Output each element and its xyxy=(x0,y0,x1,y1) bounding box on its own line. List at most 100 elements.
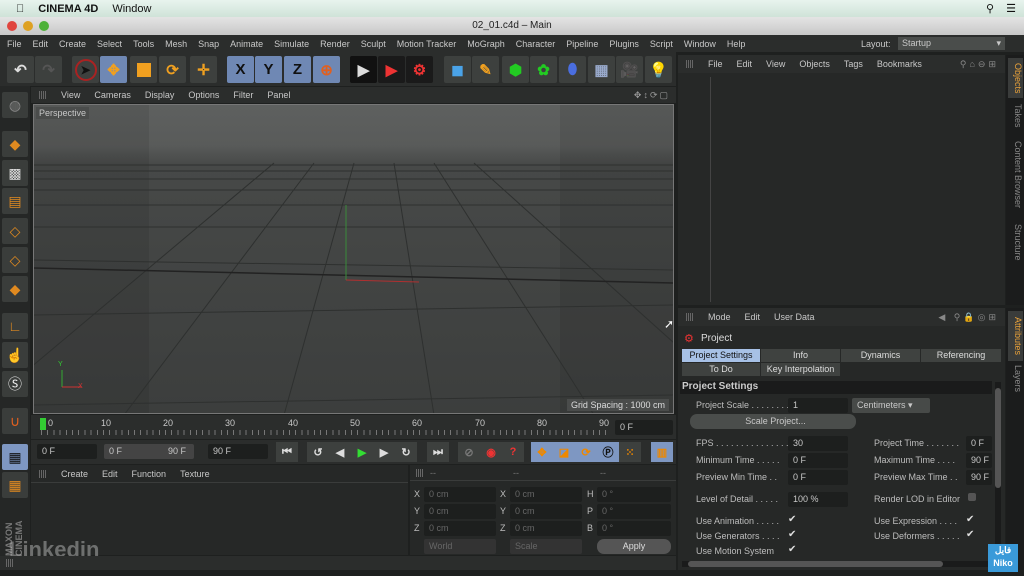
deformer-icon[interactable]: ⬮ xyxy=(559,56,586,83)
edges-mode-icon[interactable]: ◇ xyxy=(2,247,28,273)
axis-mode-icon[interactable]: ∟ xyxy=(2,313,28,339)
go-to-start-icon[interactable]: ⏮ xyxy=(276,442,298,462)
menu-tools[interactable]: Tools xyxy=(133,39,154,49)
grip-handle[interactable] xyxy=(39,469,47,478)
menu-sculpt[interactable]: Sculpt xyxy=(361,39,386,49)
unit-select[interactable]: Centimeters ▾ xyxy=(852,398,930,413)
apple-icon[interactable]:  xyxy=(16,3,24,15)
pen-spline-icon[interactable]: ✎ xyxy=(472,56,499,83)
preview-max-field[interactable]: 90 F xyxy=(966,470,992,485)
timeline-window-icon[interactable]: ▥ xyxy=(651,442,673,462)
snap-icon[interactable]: Ⓢ xyxy=(2,371,28,397)
objects-menu-view[interactable]: View xyxy=(766,59,785,69)
viewport-menu-panel[interactable]: Panel xyxy=(267,90,290,100)
camera-icon[interactable]: 🎥 xyxy=(616,56,643,83)
menu-mesh[interactable]: Mesh xyxy=(165,39,187,49)
menu-render[interactable]: Render xyxy=(320,39,350,49)
project-time-field[interactable]: 0 F xyxy=(966,436,992,451)
objects-menu-tags[interactable]: Tags xyxy=(844,59,863,69)
tab-referencing[interactable]: Referencing xyxy=(921,349,1001,362)
tab-to-do[interactable]: To Do xyxy=(682,363,760,376)
objects-menu-file[interactable]: File xyxy=(708,59,723,69)
tab-key-interpolation[interactable]: Key Interpolation xyxy=(761,363,840,376)
position-x-field[interactable]: 0 cm xyxy=(424,487,496,502)
render-view-icon[interactable]: ▶ xyxy=(350,56,377,83)
column-divider[interactable] xyxy=(710,77,711,302)
light-icon[interactable]: 💡 xyxy=(645,56,672,83)
tab-objects[interactable]: Objects xyxy=(1008,58,1023,98)
menu-plugins[interactable]: Plugins xyxy=(609,39,639,49)
grip-handle[interactable] xyxy=(6,559,14,567)
polygons-mode-icon[interactable]: ◆ xyxy=(2,276,28,302)
menu-character[interactable]: Character xyxy=(516,39,556,49)
use-animation-checkbox[interactable]: ✔ xyxy=(788,514,796,525)
spotlight-icon[interactable]: ⚲ xyxy=(986,2,994,15)
make-editable-icon[interactable]: ◍ xyxy=(2,92,28,118)
objects-menu-edit[interactable]: Edit xyxy=(737,59,753,69)
texture-mode-icon[interactable]: ▩ xyxy=(2,160,28,186)
key-rotation-icon[interactable]: ⟳ xyxy=(575,442,597,462)
menu-edit[interactable]: Edit xyxy=(33,39,49,49)
material-menu-create[interactable]: Create xyxy=(61,469,88,479)
minimize-button[interactable] xyxy=(23,21,33,31)
undo-icon[interactable]: ↶ xyxy=(7,56,34,83)
size-y-field[interactable]: 0 cm xyxy=(510,504,582,519)
magnet-icon[interactable]: ∪ xyxy=(2,408,28,434)
camera-label[interactable]: Perspective xyxy=(36,107,90,119)
viewport-menu-view[interactable]: View xyxy=(61,90,80,100)
floor-icon[interactable]: ▦ xyxy=(588,56,615,83)
points-mode-icon[interactable]: ◇ xyxy=(2,218,28,244)
rotation-b-field[interactable]: 0 ° xyxy=(597,521,671,536)
use-motion-checkbox[interactable]: ✔ xyxy=(788,544,796,555)
project-scale-field[interactable]: 1 xyxy=(788,398,848,413)
min-time-field[interactable]: 0 F xyxy=(788,453,848,468)
list-icon[interactable]: ☰ xyxy=(1006,2,1016,15)
y-axis-lock-icon[interactable]: Y xyxy=(255,56,282,83)
planar-workplane-icon[interactable]: ▦ xyxy=(2,472,28,498)
zoom-button[interactable] xyxy=(39,21,49,31)
grip-handle[interactable] xyxy=(39,91,47,99)
viewport-menu-cameras[interactable]: Cameras xyxy=(94,90,131,100)
playhead[interactable] xyxy=(40,418,46,430)
rotation-p-field[interactable]: 0 ° xyxy=(597,504,671,519)
select-tool-icon[interactable]: ➤ xyxy=(72,56,99,83)
play-icon[interactable]: ▶ xyxy=(351,442,373,462)
model-mode-icon[interactable]: ◆ xyxy=(2,131,28,157)
menu-script[interactable]: Script xyxy=(650,39,673,49)
menu-create[interactable]: Create xyxy=(59,39,86,49)
key-parameter-icon[interactable]: Ⓟ xyxy=(597,442,619,462)
next-frame-icon[interactable]: ▶ xyxy=(373,442,395,462)
menu-motion-tracker[interactable]: Motion Tracker xyxy=(397,39,457,49)
grip-handle[interactable] xyxy=(686,60,694,68)
subdivision-icon[interactable]: ⬢ xyxy=(502,56,529,83)
workplane-lock-icon[interactable]: ▦ xyxy=(2,444,28,470)
tweak-mode-icon[interactable]: ☝ xyxy=(2,342,28,368)
end-frame-field[interactable]: 90 F xyxy=(208,444,268,459)
apply-button[interactable]: Apply xyxy=(597,539,671,554)
menu-help[interactable]: Help xyxy=(727,39,746,49)
material-menu-edit[interactable]: Edit xyxy=(102,469,118,479)
attr-menu-mode[interactable]: Mode xyxy=(708,312,731,322)
preview-range-slider[interactable]: 0 F 90 F xyxy=(104,444,194,459)
tab-project-settings[interactable]: Project Settings xyxy=(682,349,760,362)
material-menu-texture[interactable]: Texture xyxy=(180,469,210,479)
3d-viewport[interactable]: Perspective Y X Grid Spacing : 1000 cm ➚ xyxy=(33,104,674,414)
grip-handle[interactable] xyxy=(686,313,694,321)
close-button[interactable] xyxy=(7,21,17,31)
menu-pipeline[interactable]: Pipeline xyxy=(566,39,598,49)
viewport-menu-display[interactable]: Display xyxy=(145,90,175,100)
os-app-menu[interactable]: CINEMA 4D xyxy=(38,3,98,15)
attr-toolbar-icons[interactable]: ◀ ⚲🔒◎⊞ xyxy=(938,312,999,323)
grip-handle[interactable] xyxy=(416,469,424,477)
menu-window[interactable]: Window xyxy=(684,39,716,49)
rotate-tool-icon[interactable]: ⟳ xyxy=(159,56,186,83)
render-settings-icon[interactable]: ⚙ xyxy=(406,56,433,83)
scale-tool-icon[interactable] xyxy=(130,56,157,83)
live-selection-icon[interactable]: ✛ xyxy=(190,56,217,83)
position-y-field[interactable]: 0 cm xyxy=(424,504,496,519)
position-z-field[interactable]: 0 cm xyxy=(424,521,496,536)
keyframe-selection-icon[interactable]: ? xyxy=(502,442,524,462)
autokey-icon[interactable]: ◉ xyxy=(480,442,502,462)
tab-attributes[interactable]: Attributes xyxy=(1008,311,1023,361)
menu-snap[interactable]: Snap xyxy=(198,39,219,49)
